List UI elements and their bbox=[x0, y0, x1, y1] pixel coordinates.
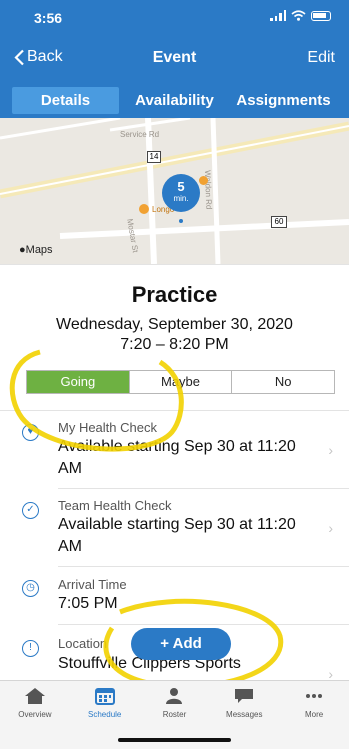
row-label: Team Health Check bbox=[58, 498, 172, 513]
event-time: 7:20 – 8:20 PM bbox=[120, 336, 229, 353]
clock-icon: ◷ bbox=[22, 580, 39, 597]
tab-label: Schedule bbox=[88, 710, 122, 719]
wifi-icon bbox=[291, 10, 306, 21]
tab-label: More bbox=[304, 710, 324, 719]
row-label: Location bbox=[58, 636, 108, 651]
place-pin-icon bbox=[199, 176, 208, 185]
status-bar: 3:56 bbox=[0, 0, 349, 32]
row-value: 7:05 PM bbox=[58, 595, 118, 612]
map-road-label: Service Rd bbox=[120, 130, 160, 139]
home-indicator bbox=[118, 738, 231, 742]
page-title: Event bbox=[152, 49, 197, 66]
signal-icon bbox=[270, 10, 286, 21]
edit-button[interactable]: Edit bbox=[307, 49, 335, 67]
tab-label: Messages bbox=[226, 710, 263, 719]
marker-dot bbox=[179, 219, 183, 223]
marker-unit: min. bbox=[173, 194, 189, 203]
rsvp-control: Going Maybe No bbox=[26, 370, 335, 394]
event-title: Practice bbox=[131, 282, 218, 307]
check-circle-icon: ✓ bbox=[22, 502, 39, 519]
rsvp-maybe-button[interactable]: Maybe bbox=[130, 371, 233, 393]
home-icon bbox=[24, 688, 45, 704]
chevron-right-icon: › bbox=[328, 442, 333, 458]
highway-shield-14: 14 bbox=[147, 151, 161, 163]
chevron-right-icon: › bbox=[328, 520, 333, 536]
highway-shield-60: 60 bbox=[271, 216, 287, 228]
travel-time-marker[interactable]: 5 min. bbox=[162, 174, 200, 212]
tab-assignments[interactable]: Assignments bbox=[230, 87, 337, 114]
add-button[interactable]: + Add bbox=[131, 628, 231, 660]
calendar-icon bbox=[94, 688, 115, 705]
divider bbox=[0, 410, 349, 411]
divider bbox=[58, 566, 349, 567]
divider bbox=[58, 624, 349, 625]
tab-more[interactable]: More bbox=[279, 681, 349, 749]
status-icons bbox=[270, 10, 331, 21]
tab-label: Overview bbox=[18, 710, 52, 719]
status-time: 3:56 bbox=[34, 10, 63, 26]
tab-availability[interactable]: Availability bbox=[121, 87, 228, 114]
rsvp-going-button[interactable]: Going bbox=[27, 371, 130, 393]
tab-details[interactable]: Details bbox=[12, 87, 119, 114]
row-label: My Health Check bbox=[58, 420, 157, 435]
divider bbox=[58, 488, 349, 489]
battery-icon bbox=[311, 10, 331, 21]
marker-number: 5 bbox=[177, 179, 185, 194]
row-label: Arrival Time bbox=[58, 577, 127, 592]
maps-attribution: ●Maps bbox=[19, 244, 53, 256]
tab-bar: Details Availability Assignments bbox=[0, 84, 349, 118]
people-icon bbox=[166, 688, 183, 704]
row-value: Available starting Sep 30 at 11:20 AM bbox=[58, 438, 296, 477]
chat-bubble-icon bbox=[235, 689, 254, 703]
location-pin-icon: ! bbox=[22, 640, 39, 657]
more-dots-icon bbox=[306, 694, 323, 698]
apple-logo-icon: ● bbox=[19, 244, 26, 256]
divider bbox=[0, 264, 349, 265]
heart-icon: ♥ bbox=[22, 424, 39, 441]
maps-attribution-label: Maps bbox=[25, 244, 53, 256]
tab-label: Roster bbox=[162, 710, 187, 719]
tab-overview[interactable]: Overview bbox=[0, 681, 70, 749]
navigation-bar: Back Event Edit bbox=[0, 32, 349, 84]
event-date: Wednesday, September 30, 2020 bbox=[56, 316, 293, 333]
rsvp-no-button[interactable]: No bbox=[232, 371, 334, 393]
row-value: Available starting Sep 30 at 11:20 AM bbox=[58, 516, 296, 555]
place-pin-icon bbox=[139, 204, 149, 214]
